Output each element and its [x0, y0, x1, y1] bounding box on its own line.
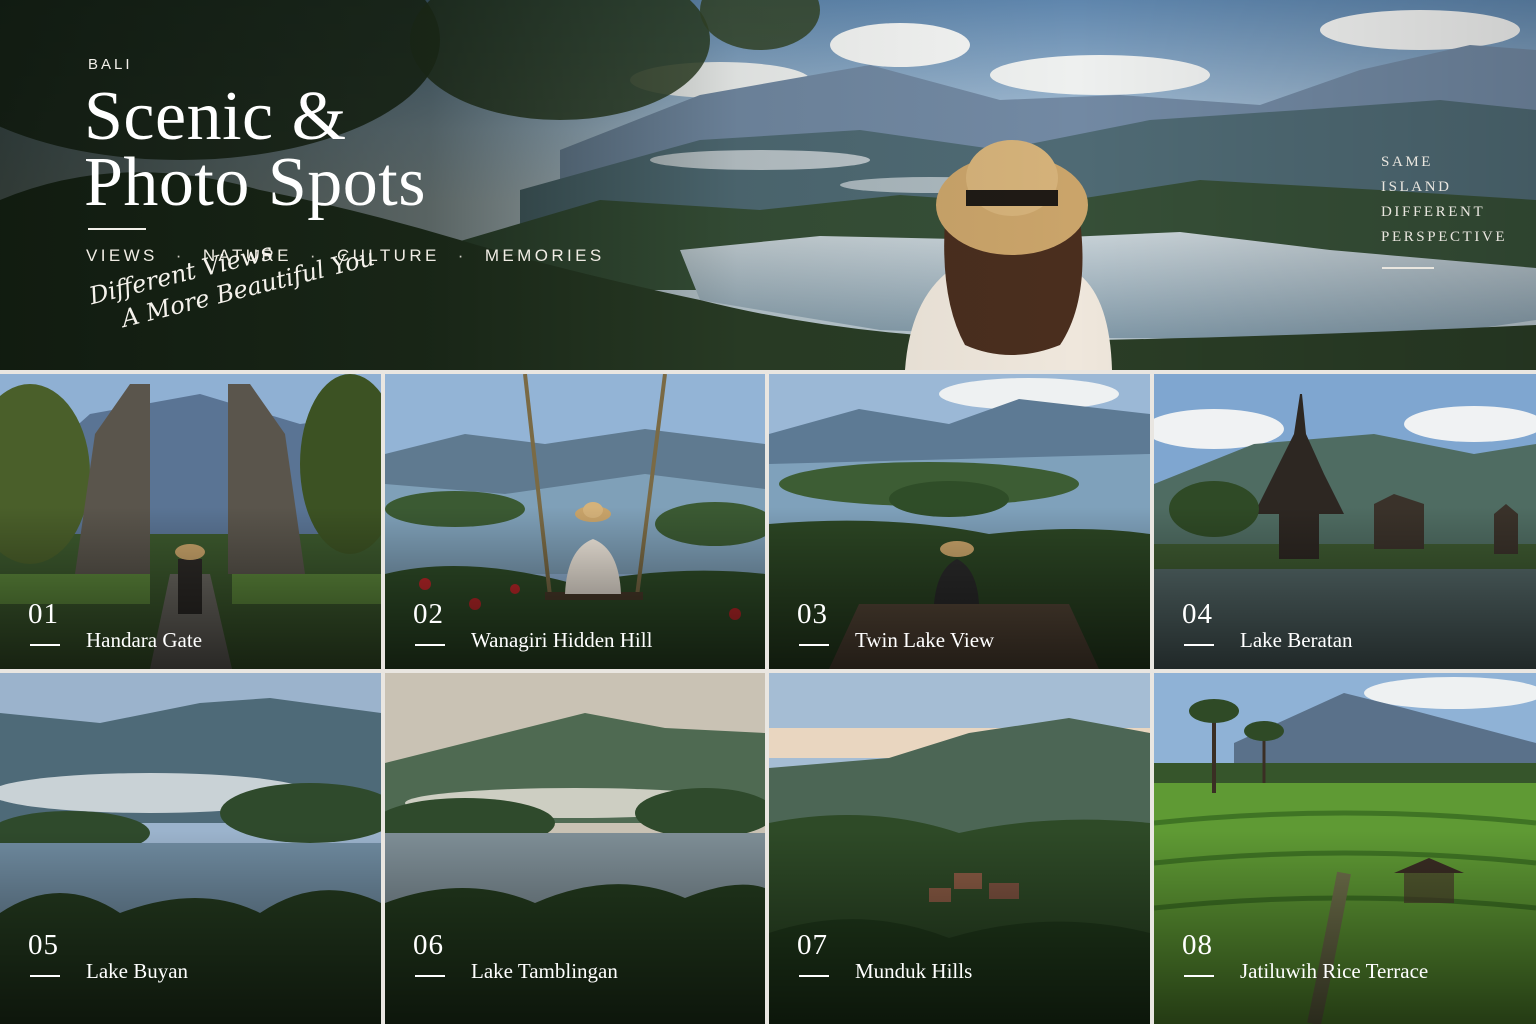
- spot-number: 01: [28, 598, 59, 630]
- spot-name: Twin Lake View: [855, 628, 995, 652]
- hero-title-line1: Scenic &: [84, 78, 347, 155]
- hero-title: Scenic & Photo Spots: [84, 78, 426, 221]
- hero-divider: [88, 228, 146, 230]
- hero-kicker: BALI: [88, 56, 133, 73]
- hero-side-divider: [1382, 267, 1434, 269]
- spot-number: 07: [797, 929, 828, 961]
- spot-number: 03: [797, 598, 828, 630]
- spot-number: 06: [413, 929, 444, 961]
- hero-tag-separator: ·: [457, 246, 467, 265]
- spot-card-lake-tamblingan[interactable]: 06 Lake Tamblingan: [385, 673, 765, 1024]
- card-overlay: [769, 830, 1150, 1024]
- spot-name: Jatiluwih Rice Terrace: [1240, 959, 1429, 983]
- spot-card-munduk-hills[interactable]: 07 Munduk Hills: [769, 673, 1150, 1024]
- photo-spot-grid: 01 Handara Gate 02 Wanagiri Hidden Hill: [0, 374, 1536, 1024]
- hero-title-line2: Photo Spots: [84, 144, 426, 221]
- spot-number-divider: [415, 975, 445, 977]
- hero-side-caption: SAME ISLAND DIFFERENT PERSPECTIVE: [1381, 150, 1507, 250]
- card-overlay: [0, 830, 381, 1024]
- card-overlay: [385, 830, 765, 1024]
- spot-card-jatiluwih-rice-terrace[interactable]: 08 Jatiluwih Rice Terrace: [1154, 673, 1536, 1024]
- spot-number-divider: [1184, 975, 1214, 977]
- spot-number-divider: [30, 644, 60, 646]
- spot-number: 04: [1182, 598, 1213, 630]
- spot-number-divider: [30, 975, 60, 977]
- spot-number-divider: [799, 975, 829, 977]
- hero-side-line: SAME: [1381, 154, 1434, 170]
- spot-name: Munduk Hills: [855, 959, 973, 983]
- spot-name: Handara Gate: [86, 628, 203, 652]
- spot-name: Wanagiri Hidden Hill: [471, 628, 653, 652]
- hero-tag: MEMORIES: [484, 246, 605, 265]
- spot-name: Lake Buyan: [86, 959, 189, 983]
- spot-name: Lake Tamblingan: [471, 959, 618, 983]
- spot-number: 02: [413, 598, 444, 630]
- spot-card-lake-beratan[interactable]: 04 Lake Beratan: [1154, 374, 1536, 669]
- spot-card-lake-buyan[interactable]: 05 Lake Buyan: [0, 673, 381, 1024]
- spot-number: 08: [1182, 929, 1213, 961]
- spot-card-wanagiri-hidden-hill[interactable]: 02 Wanagiri Hidden Hill: [385, 374, 765, 669]
- spot-number-divider: [415, 644, 445, 646]
- spot-number: 05: [28, 929, 59, 961]
- spot-card-handara-gate[interactable]: 01 Handara Gate: [0, 374, 381, 669]
- spot-name: Lake Beratan: [1240, 628, 1353, 652]
- spot-card-twin-lake-view[interactable]: 03 Twin Lake View: [769, 374, 1150, 669]
- hero-side-line: ISLAND: [1381, 179, 1452, 195]
- card-overlay: [1154, 830, 1536, 1024]
- spot-number-divider: [1184, 644, 1214, 646]
- hero-side-line: DIFFERENT: [1381, 204, 1486, 220]
- hero-side-line: PERSPECTIVE: [1381, 229, 1508, 245]
- spot-number-divider: [799, 644, 829, 646]
- hero-banner: BALI Scenic & Photo Spots VIEWS · NATURE…: [0, 0, 1536, 370]
- hero-tag: VIEWS: [86, 246, 158, 265]
